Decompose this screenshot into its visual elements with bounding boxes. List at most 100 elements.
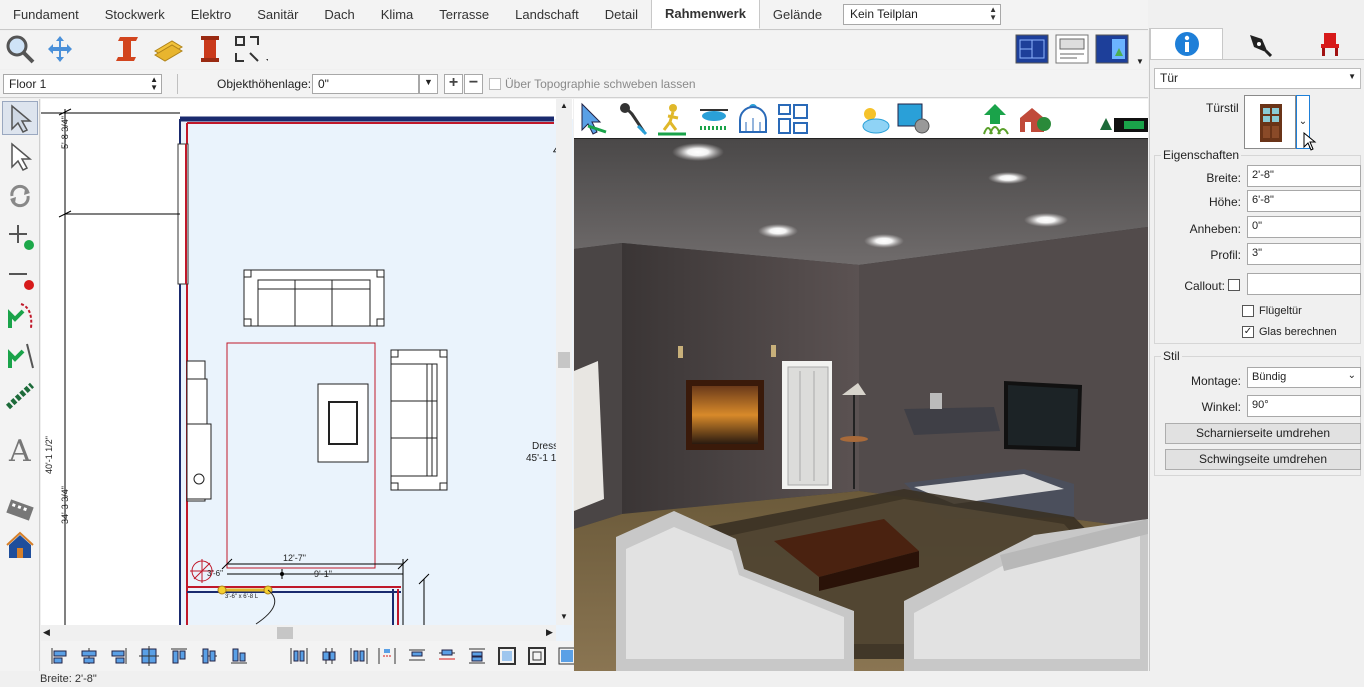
objekthoehe-label: Objekthöhenlage:	[217, 77, 312, 91]
post-icon[interactable]	[192, 31, 228, 67]
dim-9-1: 9'-1"	[314, 569, 332, 579]
toolbar-overflow-icon[interactable]: ▼	[1136, 57, 1144, 66]
dimension-chain-icon[interactable]	[2, 379, 38, 413]
distribute-v-bottom-icon[interactable]	[467, 646, 487, 666]
tab-sanitär[interactable]: Sanitär	[244, 0, 311, 29]
winkel-input[interactable]: 90°	[1247, 395, 1361, 417]
rotate-icon[interactable]	[2, 179, 38, 213]
schwingseite-button[interactable]: Schwingseite umdrehen	[1165, 449, 1361, 470]
tab-terrasse[interactable]: Terrasse	[426, 0, 502, 29]
teilplan-select[interactable]: Kein Teilplan ▲ ▼	[843, 4, 1001, 25]
floor-overview-icon[interactable]	[776, 102, 810, 136]
eyedropper-icon[interactable]	[618, 102, 650, 136]
elevation-view-icon[interactable]	[1054, 31, 1090, 67]
tab-landschaft[interactable]: Landschaft	[502, 0, 592, 29]
tab-info[interactable]	[1150, 28, 1223, 59]
3d-camera-view[interactable]	[574, 139, 1148, 671]
tab-klima[interactable]: Klima	[368, 0, 427, 29]
minus-button[interactable]: −	[464, 74, 483, 94]
door-style-preview[interactable]	[1244, 95, 1296, 149]
tuerstil-label: Türstil	[1206, 101, 1239, 115]
scroll-left-icon[interactable]: ◀	[43, 627, 50, 638]
break-wall-icon[interactable]	[2, 339, 38, 373]
delete-point-icon[interactable]	[2, 259, 38, 293]
plus-button[interactable]: +	[444, 74, 463, 94]
profil-input[interactable]: 3"	[1247, 243, 1361, 265]
add-point-icon[interactable]	[2, 219, 38, 253]
glas-checkbox[interactable]: ✓	[1242, 326, 1254, 338]
plan-vertical-scrollbar[interactable]: ▲ ▼	[556, 99, 572, 625]
pan-icon[interactable]	[42, 31, 78, 67]
scharnierseite-button[interactable]: Scharnierseite umdrehen	[1165, 423, 1361, 444]
hoehe-input[interactable]: 6'-8"	[1247, 190, 1361, 212]
dollhouse-icon[interactable]	[736, 102, 770, 136]
framing-tools-icon[interactable]	[232, 31, 268, 67]
plant-chooser-icon[interactable]	[978, 102, 1012, 136]
space-horizontal-icon[interactable]	[377, 646, 397, 666]
split-view-icon[interactable]	[1094, 31, 1130, 67]
callout-input[interactable]	[1247, 273, 1361, 295]
schweben-checkbox[interactable]	[489, 78, 501, 90]
walkthrough-icon[interactable]	[656, 102, 688, 136]
camera-walkthrough-icon[interactable]	[2, 493, 38, 527]
center-both-icon[interactable]	[139, 646, 159, 666]
house-exterior-icon[interactable]	[1016, 102, 1052, 136]
tab-gelände[interactable]: Gelände	[760, 0, 835, 29]
frame-select-icon[interactable]	[497, 646, 517, 666]
lumber-icon[interactable]	[150, 31, 186, 67]
fluegeltuer-checkbox[interactable]	[1242, 305, 1254, 317]
dim-3-6: 3'-6"	[207, 569, 223, 578]
scroll-thumb[interactable]	[277, 627, 293, 639]
plan-horizontal-scrollbar[interactable]: ◀ ▶	[41, 625, 556, 641]
render-settings-icon[interactable]	[896, 102, 932, 136]
distribute-v-middle-icon[interactable]	[437, 646, 457, 666]
tab-object[interactable]	[1294, 28, 1364, 59]
objekthoehe-dropdown-icon[interactable]: ▼	[419, 74, 438, 94]
align-toolbar	[41, 641, 576, 671]
anheben-input[interactable]: 0"	[1247, 216, 1361, 238]
frame-fit-icon[interactable]	[527, 646, 547, 666]
tab-fundament[interactable]: Fundament	[0, 0, 92, 29]
scroll-thumb[interactable]	[558, 352, 570, 368]
zoom-icon[interactable]	[2, 31, 38, 67]
join-wall-icon[interactable]	[2, 299, 38, 333]
callout-checkbox[interactable]	[1228, 279, 1240, 291]
objekthoehe-input[interactable]: 0"	[312, 74, 419, 94]
house-icon[interactable]	[2, 529, 38, 563]
floor-select[interactable]: Floor 1 ▲ ▼	[3, 74, 162, 94]
distribute-h-right-icon[interactable]	[349, 646, 369, 666]
steel-beam-icon[interactable]	[110, 31, 146, 67]
stil-title: Stil	[1161, 349, 1182, 363]
tab-material[interactable]	[1223, 28, 1294, 59]
distribute-v-top-icon[interactable]	[407, 646, 427, 666]
aerial-view-icon[interactable]	[696, 102, 730, 136]
camera-select-icon[interactable]	[578, 102, 610, 136]
align-center-icon[interactable]	[79, 646, 99, 666]
room-label-dress: Dress	[532, 441, 559, 452]
align-top-icon[interactable]	[169, 646, 189, 666]
tab-stockwerk[interactable]: Stockwerk	[92, 0, 178, 29]
select-arrow-icon[interactable]	[2, 101, 38, 135]
layer-toggle-icon[interactable]	[1098, 116, 1148, 132]
scroll-up-icon[interactable]: ▲	[560, 101, 568, 110]
tab-detail[interactable]: Detail	[592, 0, 651, 29]
floorplan-view-icon[interactable]	[1014, 31, 1050, 67]
scroll-down-icon[interactable]: ▼	[560, 612, 568, 621]
align-right-icon[interactable]	[109, 646, 129, 666]
distribute-h-left-icon[interactable]	[289, 646, 309, 666]
plan-view[interactable]: 4 5'-8 3/4" 40'-1 1/2" 34'-3 3/4" 12'-7"…	[41, 99, 573, 641]
breite-input[interactable]: 2'-8"	[1247, 165, 1361, 187]
distribute-h-center-icon[interactable]	[319, 646, 339, 666]
text-icon[interactable]: A	[2, 433, 38, 467]
select-group-icon[interactable]	[2, 139, 38, 173]
tab-rahmenwerk[interactable]: Rahmenwerk	[651, 0, 760, 29]
align-left-icon[interactable]	[49, 646, 69, 666]
sun-lighting-icon[interactable]	[856, 102, 892, 136]
montage-select[interactable]: Bündig ⌄	[1247, 367, 1361, 388]
tab-elektro[interactable]: Elektro	[178, 0, 244, 29]
align-bottom-icon[interactable]	[229, 646, 249, 666]
align-middle-icon[interactable]	[199, 646, 219, 666]
scroll-right-icon[interactable]: ▶	[546, 627, 553, 638]
tab-dach[interactable]: Dach	[311, 0, 367, 29]
object-type-select[interactable]: Tür ▼	[1154, 68, 1361, 89]
